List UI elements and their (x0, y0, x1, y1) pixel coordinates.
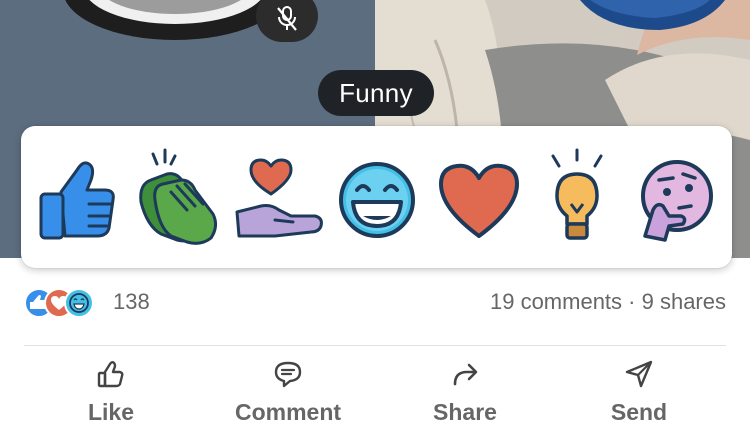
thumbs-up-outline-icon (97, 361, 124, 388)
share-button[interactable]: Share (390, 358, 540, 430)
like-label: Like (87, 399, 135, 425)
like-button[interactable]: Like (36, 358, 186, 430)
comment-label: Comment (234, 399, 342, 425)
share-count-link[interactable]: 9 shares (642, 289, 726, 314)
thumbs-up-icon (39, 161, 115, 240)
comments-shares-summary: 19 comments · 9 shares (490, 288, 726, 316)
share-arrow-icon (453, 363, 478, 386)
send-paper-plane-icon (625, 360, 653, 388)
send-button[interactable]: Send (564, 358, 714, 430)
reaction-summary-icons[interactable] (24, 288, 104, 318)
heart-icon (439, 163, 519, 238)
reaction-like[interactable] (33, 144, 129, 252)
lightbulb-icon (551, 148, 603, 240)
reaction-support[interactable] (231, 144, 327, 252)
reaction-celebrate[interactable] (131, 144, 227, 252)
heart-in-hand-icon (235, 158, 323, 238)
mute-button[interactable] (256, 0, 318, 42)
stats-separator: · (622, 289, 642, 314)
reaction-picker (21, 126, 732, 268)
microphone-off-icon (277, 6, 297, 31)
reaction-insightful[interactable] (529, 144, 625, 252)
reaction-funny[interactable] (329, 144, 425, 252)
share-label: Share (433, 399, 497, 425)
divider (24, 345, 726, 346)
clapping-hands-icon (139, 148, 218, 245)
thinking-face-icon (641, 160, 713, 242)
reaction-love[interactable] (431, 144, 527, 252)
post-action-bar: Like Comment Share Send (0, 352, 750, 434)
laughing-face-icon (64, 288, 94, 318)
comment-count-link[interactable]: 19 comments (490, 289, 622, 314)
comment-icon (274, 361, 302, 388)
reaction-curious[interactable] (629, 144, 725, 252)
reaction-tooltip: Funny (318, 70, 434, 116)
laughing-face-icon (339, 162, 415, 238)
reaction-count[interactable]: 138 (113, 288, 150, 316)
comment-button[interactable]: Comment (213, 358, 363, 430)
send-label: Send (610, 399, 668, 425)
social-counts: 138 19 comments · 9 shares (0, 278, 750, 326)
